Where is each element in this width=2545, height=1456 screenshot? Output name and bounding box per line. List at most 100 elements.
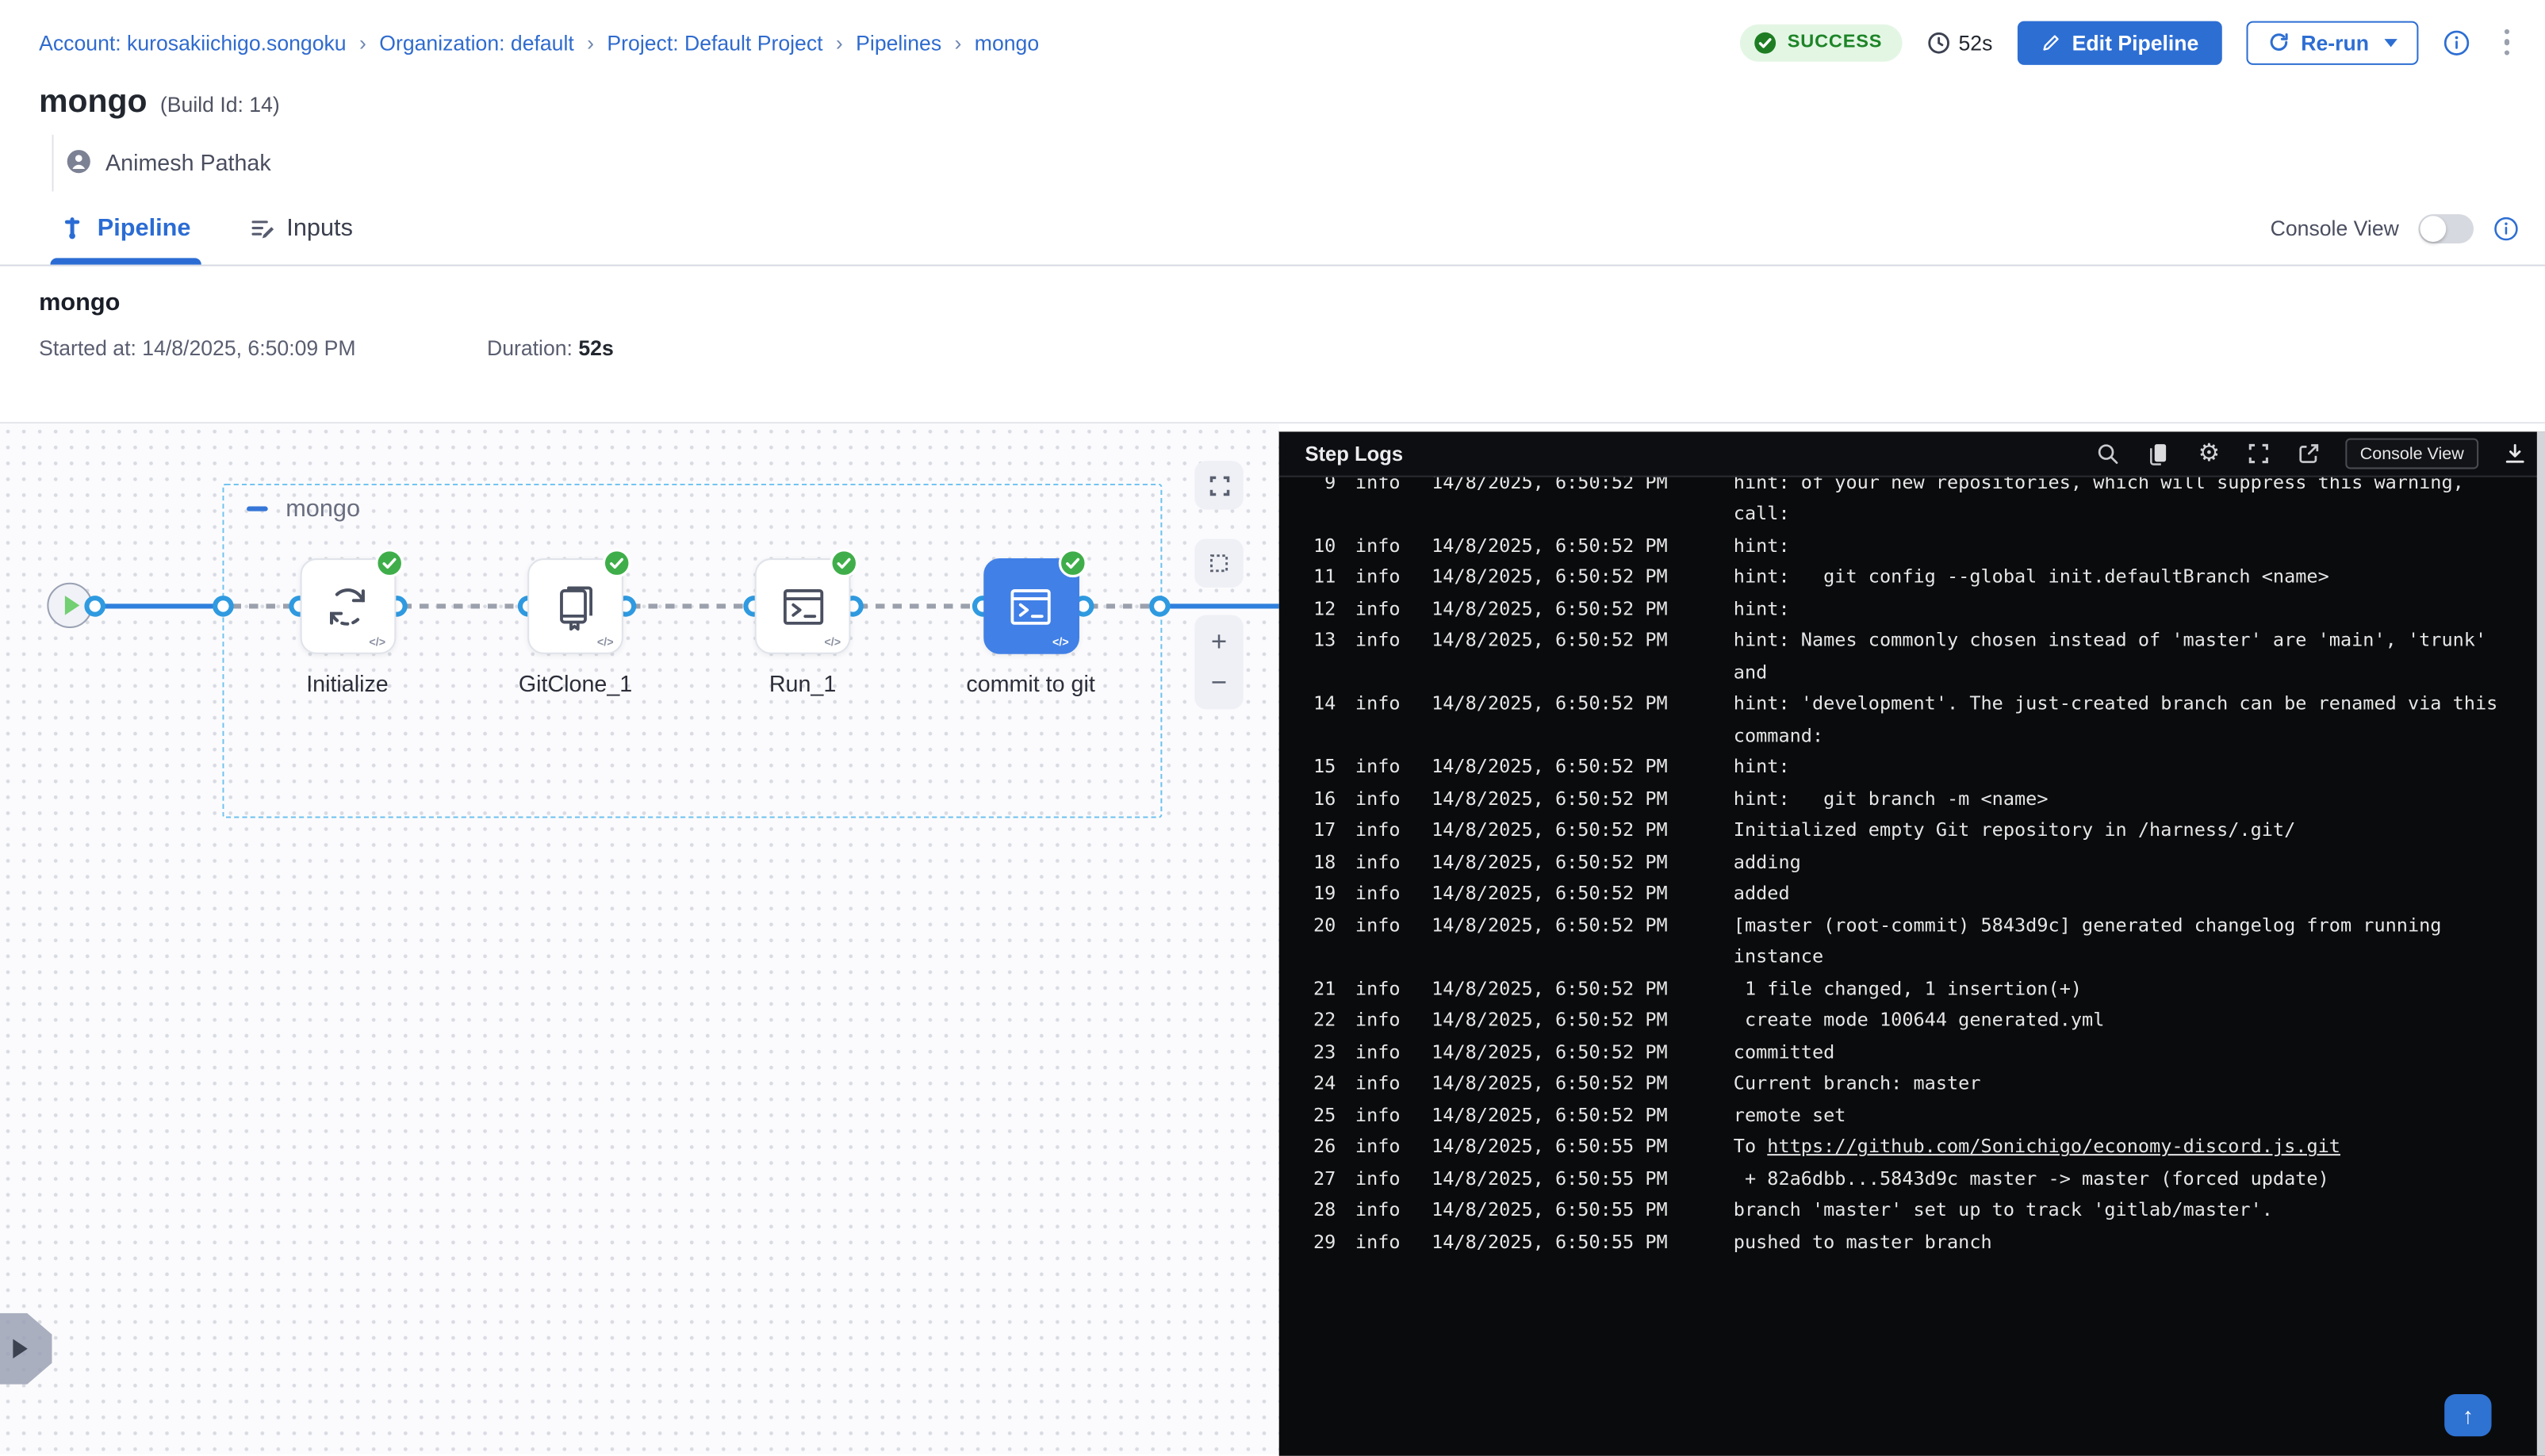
log-message: Current branch: master [1734,1071,1981,1094]
code-icon: </> [597,638,614,649]
breadcrumb-item[interactable]: Pipelines [856,30,941,55]
top-bar: Account: kurosakiichigo.songoku › Organiza… [0,0,2545,84]
breadcrumb-item[interactable]: Organization: default [379,30,574,55]
step-logs-body[interactable]: 9info14/8/2025, 6:50:52 PMhint: of your … [1279,477,2537,1456]
log-scrollbar[interactable] [2537,431,2545,1455]
stage-started-at: Started at: 14/8/2025, 6:50:09 PM [39,336,487,361]
log-line: 15info14/8/2025, 6:50:52 PMhint: [1279,751,2537,783]
log-copy-icon[interactable] [2144,439,2174,469]
pipeline-node: </>Run_1 [755,558,851,654]
collapse-stage-icon[interactable] [247,507,268,512]
left-drawer-handle[interactable] [0,1313,52,1385]
zoom-in-button[interactable]: + [1202,625,1237,659]
log-message: call: [1734,502,1790,525]
node-port [83,595,105,616]
edge-connector [232,603,294,607]
log-line: 9info14/8/2025, 6:50:52 PMhint: of your … [1279,477,2537,498]
log-message: hint: of your new repositories, which wi… [1734,477,2464,493]
log-message: command: [1734,723,1823,746]
arrow-up-icon: ↑ [2463,1402,2474,1428]
log-line: 14info14/8/2025, 6:50:52 PMhint: 'develo… [1279,688,2537,719]
log-message: committed [1734,1040,1835,1063]
pipeline-node-card[interactable]: </> [527,558,623,654]
log-message: To https://github.com/Sonichigo/economy-… [1734,1135,2340,1158]
pipeline-icon [60,216,85,240]
edge-connector [1169,603,1279,607]
log-message: instance [1734,945,1823,968]
tab-bar: Pipeline Inputs Console View [0,191,2545,266]
console-view-info-icon[interactable] [2493,215,2520,241]
edge-connector [1089,603,1151,607]
top-actions: SUCCESS 52s Edit Pipeline Re-run [1740,21,2519,64]
expand-right-icon [13,1339,27,1358]
tab-inputs[interactable]: Inputs [249,191,353,264]
rerun-button[interactable]: Re-run [2246,21,2418,64]
step-success-icon [602,549,631,578]
marquee-select-icon [1207,551,1232,576]
zoom-out-button[interactable]: − [1202,665,1237,699]
log-search-icon[interactable] [2094,439,2123,469]
pipeline-node-card[interactable]: </> [300,558,396,654]
download-logs-icon[interactable] [2500,439,2529,469]
step-success-icon [830,549,859,578]
log-message: hint: git branch -m <name> [1734,787,2049,810]
pipeline-node-card[interactable]: </> [983,558,1079,654]
canvas-select-button[interactable] [1194,538,1243,587]
breadcrumb-separator: › [836,30,843,55]
tab-pipeline[interactable]: Pipeline [60,191,191,264]
step-logs-panel: Step Logs ⚙ Console View [1279,431,2545,1455]
log-message: Initialized empty Git repository in /har… [1734,818,2296,841]
log-message: added [1734,882,1790,905]
git-clone-icon [550,580,601,632]
breadcrumb-separator: › [955,30,962,55]
scroll-to-top-button[interactable]: ↑ [2444,1394,2491,1436]
log-expand-icon[interactable] [2244,439,2274,469]
open-in-new-icon[interactable] [2295,439,2325,469]
status-badge: SUCCESS [1740,24,1901,61]
info-icon[interactable] [2442,29,2470,56]
step-logs-title: Step Logs [1305,443,1403,466]
tab-pipeline-label: Pipeline [98,214,191,242]
log-message: adding [1734,850,1801,873]
rerun-label: Re-run [2301,30,2369,55]
log-message: and [1734,660,1768,683]
pencil-icon [2040,32,2061,53]
breadcrumb-item[interactable]: mongo [975,30,1039,55]
log-line: 21info14/8/2025, 6:50:52 PM 1 file chang… [1279,972,2537,1004]
log-line: 24info14/8/2025, 6:50:52 PMCurrent branc… [1279,1067,2537,1099]
terminal-icon [1005,580,1056,632]
stage-duration: Duration: 52s [487,336,614,361]
zoom-controls: + − [1194,615,1243,710]
execution-area: mongo </>Initialize</>GitClone_1</>Run_1… [0,422,2545,1454]
inputs-icon [249,216,274,240]
log-settings-icon[interactable]: ⚙ [2194,439,2224,469]
log-message: [master (root-commit) 5843d9c] generated… [1734,914,2442,937]
canvas-fullscreen-button[interactable] [1194,461,1243,509]
edge-connector [631,603,748,607]
sync-icon [321,580,373,632]
pipeline-node-card[interactable]: </> [755,558,851,654]
log-line: 22info14/8/2025, 6:50:52 PM create mode … [1279,1004,2537,1036]
log-line: 28info14/8/2025, 6:50:55 PMbranch 'maste… [1279,1194,2537,1225]
breadcrumb-item[interactable]: Project: Default Project [607,30,822,55]
code-icon: </> [824,638,841,649]
console-view-toggle[interactable] [2418,213,2474,243]
breadcrumb-item[interactable]: Account: kurosakiichigo.songoku [39,30,347,55]
log-line: 11info14/8/2025, 6:50:52 PMhint: git con… [1279,561,2537,592]
pipeline-canvas[interactable]: mongo </>Initialize</>GitClone_1</>Run_1… [0,423,1279,1454]
edit-pipeline-button[interactable]: Edit Pipeline [2017,21,2221,64]
log-console-view-button[interactable]: Console View [2345,439,2478,469]
success-check-icon [1754,30,1778,55]
log-message: pushed to master branch [1734,1230,1992,1253]
log-message: remote set [1734,1103,1846,1126]
log-line: 27info14/8/2025, 6:50:55 PM + 82a6dbb...… [1279,1162,2537,1194]
duration-text: 52s [1958,30,1992,55]
node-port [212,595,233,616]
log-message: create mode 100644 generated.yml [1734,1008,2105,1031]
timeline-divider [52,135,53,192]
log-message: hint: 'development'. The just-created br… [1734,692,2498,715]
more-options-menu[interactable] [2494,22,2520,62]
active-tab-indicator [50,258,200,264]
log-line: and [1279,656,2537,688]
log-link[interactable]: https://github.com/Sonichigo/economy-dis… [1767,1135,2340,1158]
